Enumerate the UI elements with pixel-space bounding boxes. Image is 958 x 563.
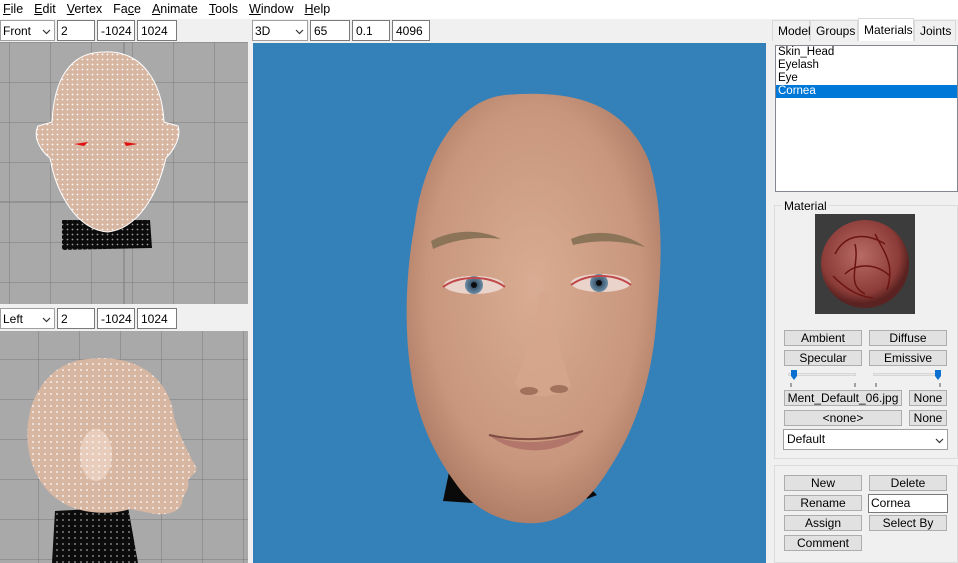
transparency-slider-ticks: [875, 383, 941, 387]
left-grid-field[interactable]: 2: [57, 308, 95, 329]
menu-edit[interactable]: Edit: [30, 0, 63, 19]
side-head-wireframe: [0, 331, 248, 563]
chevron-down-icon: [42, 317, 51, 323]
fov-field[interactable]: 65: [310, 20, 350, 41]
material-sphere-icon: [821, 220, 909, 308]
material-preview: [815, 214, 915, 314]
chevron-down-icon: [935, 438, 944, 444]
shader-select-value: Default: [787, 432, 826, 446]
transparency-slider-thumb[interactable]: [935, 370, 941, 380]
panel-tabs: Model Groups Materials Joints: [772, 18, 956, 41]
specular-button[interactable]: Specular: [784, 350, 862, 366]
tab-model[interactable]: Model: [772, 20, 811, 41]
material-name-input[interactable]: Cornea: [868, 494, 948, 513]
menu-face[interactable]: Face: [109, 0, 148, 19]
chevron-down-icon: [295, 29, 304, 35]
menu-file[interactable]: File: [0, 0, 30, 19]
menu-window[interactable]: Window: [245, 0, 300, 19]
emissive-button[interactable]: Emissive: [869, 350, 947, 366]
main-view-select[interactable]: 3D: [252, 20, 308, 41]
front-grid-field[interactable]: 2: [57, 20, 95, 41]
menu-animate[interactable]: Animate: [148, 0, 205, 19]
front-viewport[interactable]: [0, 42, 248, 304]
face-render: [406, 93, 661, 524]
front-head-wireframe: [0, 42, 248, 304]
assign-button[interactable]: Assign: [784, 515, 862, 531]
list-item[interactable]: Eyelash: [776, 59, 957, 72]
list-item-selected[interactable]: Cornea: [776, 85, 957, 98]
left-view-label: Left: [3, 311, 24, 326]
alphamap-button[interactable]: <none>: [784, 410, 902, 426]
texture-none-button[interactable]: None: [909, 390, 947, 406]
tab-groups[interactable]: Groups: [810, 20, 858, 41]
ambient-button[interactable]: Ambient: [784, 330, 862, 346]
left-max-field[interactable]: 1024: [137, 308, 177, 329]
list-item[interactable]: Eye: [776, 72, 957, 85]
delete-button[interactable]: Delete: [869, 475, 947, 491]
select-by-button[interactable]: Select By: [869, 515, 947, 531]
far-field[interactable]: 4096: [392, 20, 430, 41]
material-group-title: Material: [782, 199, 829, 213]
tab-joints[interactable]: Joints: [914, 20, 956, 41]
rename-button[interactable]: Rename: [784, 495, 862, 511]
shader-select[interactable]: Default: [783, 429, 948, 450]
front-max-field[interactable]: 1024: [137, 20, 177, 41]
main-view-label: 3D: [255, 23, 271, 38]
chevron-down-icon: [42, 29, 51, 35]
shininess-slider-thumb[interactable]: [791, 370, 797, 380]
front-view-select[interactable]: Front: [0, 20, 55, 41]
left-min-field[interactable]: -1024: [97, 308, 135, 329]
left-viewport[interactable]: [0, 331, 248, 563]
texture-file-button[interactable]: Ment_Default_06.jpg: [784, 390, 902, 406]
shininess-slider[interactable]: [788, 373, 856, 376]
front-view-label: Front: [3, 23, 32, 38]
menu-help[interactable]: Help: [301, 0, 338, 19]
front-min-field[interactable]: -1024: [97, 20, 135, 41]
alphamap-none-button[interactable]: None: [909, 410, 947, 426]
main-3d-viewport[interactable]: [253, 43, 766, 563]
new-button[interactable]: New: [784, 475, 862, 491]
near-field[interactable]: 0.1: [352, 20, 390, 41]
left-view-select[interactable]: Left: [0, 308, 55, 329]
list-item[interactable]: Skin_Head: [776, 46, 957, 59]
menu-tools[interactable]: Tools: [205, 0, 245, 19]
tab-materials[interactable]: Materials: [858, 18, 914, 41]
diffuse-button[interactable]: Diffuse: [869, 330, 947, 346]
shininess-slider-ticks: [790, 383, 856, 387]
transparency-slider[interactable]: [873, 373, 941, 376]
menu-bar: File Edit Vertex Face Animate Tools Wind…: [0, 0, 958, 19]
materials-list[interactable]: Skin_Head Eyelash Eye Cornea: [775, 45, 958, 192]
comment-button[interactable]: Comment: [784, 535, 862, 551]
menu-vertex[interactable]: Vertex: [63, 0, 109, 19]
